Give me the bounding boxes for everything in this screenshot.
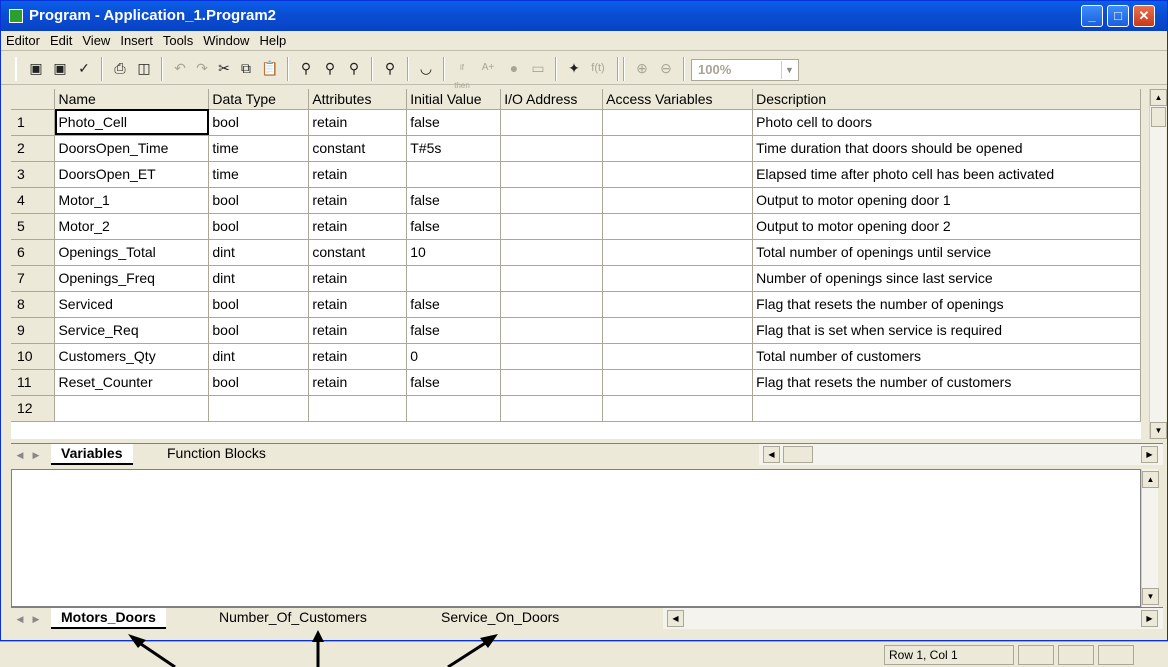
annotation-arrows <box>128 630 498 667</box>
arrowhead <box>312 630 324 642</box>
arrow-to-tab-service-on-doors <box>447 638 491 667</box>
